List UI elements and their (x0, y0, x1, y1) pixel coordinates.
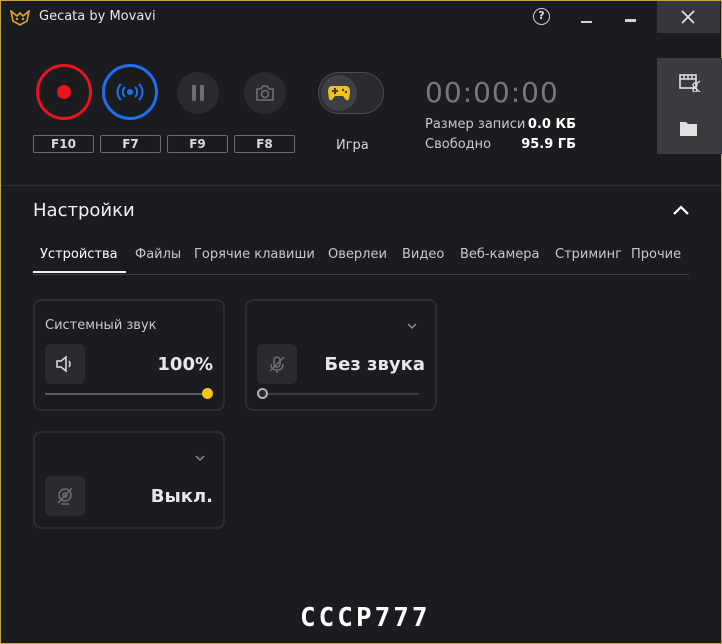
gecata-logo-icon (9, 10, 31, 26)
tab-files[interactable]: Файлы (135, 247, 181, 262)
microphone-muted-icon (269, 356, 285, 373)
minimize-button[interactable] (572, 2, 602, 32)
record-button[interactable] (36, 64, 92, 120)
maximize-button[interactable] (616, 2, 646, 32)
recording-timer: 00:00:00 (425, 76, 559, 109)
help-button[interactable]: ? (533, 8, 550, 25)
free-space-value: 95.9 ГБ (521, 137, 576, 152)
stream-button[interactable] (102, 64, 158, 120)
game-mode-knob (321, 75, 357, 111)
video-editor-button[interactable] (657, 58, 722, 106)
hotkey-stream: F7 (100, 135, 161, 153)
tab-hotkeys[interactable]: Горячие клавиши (194, 247, 315, 262)
broadcast-icon (116, 83, 144, 101)
microphone-button[interactable] (257, 344, 297, 384)
tab-webcam[interactable]: Веб-камера (460, 247, 539, 262)
game-mode-toggle[interactable] (318, 72, 384, 114)
camera-icon (256, 85, 274, 101)
speaker-icon (56, 355, 71, 373)
record-size-value: 0.0 КБ (527, 117, 576, 132)
active-tab-indicator (33, 271, 126, 273)
speaker-button[interactable] (45, 344, 85, 384)
open-folder-button[interactable] (657, 106, 722, 154)
chevron-down-icon[interactable] (194, 454, 206, 462)
system-audio-label: Системный звук (45, 318, 157, 333)
system-audio-slider-thumb[interactable] (201, 388, 213, 399)
screenshot-button[interactable] (244, 72, 286, 114)
chevron-up-icon (673, 205, 689, 215)
tab-other[interactable]: Прочие (631, 247, 681, 262)
settings-tabs: Устройства Файлы Горячие клавиши Оверлеи… (33, 238, 689, 275)
webcam-status: Выкл. (150, 486, 213, 507)
film-scissors-icon (679, 74, 701, 92)
settings-title: Настройки (33, 200, 135, 221)
app-title: Gecata by Movavi (39, 9, 156, 24)
section-divider (1, 185, 721, 186)
game-mode-label: Игра (336, 138, 369, 153)
microphone-slider-thumb[interactable] (257, 388, 268, 399)
side-panel (657, 58, 722, 154)
pause-button[interactable] (177, 72, 219, 114)
hotkey-pause: F9 (167, 135, 228, 153)
hotkey-record: F10 (33, 135, 94, 153)
collapse-settings-button[interactable] (670, 200, 692, 220)
tab-video[interactable]: Видео (402, 247, 444, 262)
chevron-down-icon[interactable] (406, 322, 418, 330)
tab-streaming[interactable]: Стриминг (555, 247, 622, 262)
system-audio-slider[interactable] (45, 393, 207, 395)
close-button[interactable] (657, 1, 720, 33)
webcam-off-icon (57, 487, 73, 505)
free-space-label: Свободно (425, 137, 492, 152)
tab-overlays[interactable]: Оверлеи (328, 247, 387, 262)
gamepad-icon (328, 86, 350, 101)
system-audio-card: Системный звук 100% (33, 299, 225, 411)
tab-devices[interactable]: Устройства (40, 247, 118, 262)
microphone-card: Без звука (245, 299, 437, 411)
title-bar: Gecata by Movavi (1, 1, 721, 33)
system-audio-volume: 100% (157, 354, 213, 375)
hotkey-screenshot: F8 (234, 135, 295, 153)
webcam-button[interactable] (45, 476, 85, 516)
footer-watermark-text: CCCP777 (300, 603, 431, 633)
microphone-status: Без звука (324, 354, 425, 375)
close-icon (681, 10, 695, 24)
folder-icon (680, 122, 697, 136)
microphone-slider[interactable] (257, 393, 419, 395)
webcam-card: Выкл. (33, 431, 225, 529)
